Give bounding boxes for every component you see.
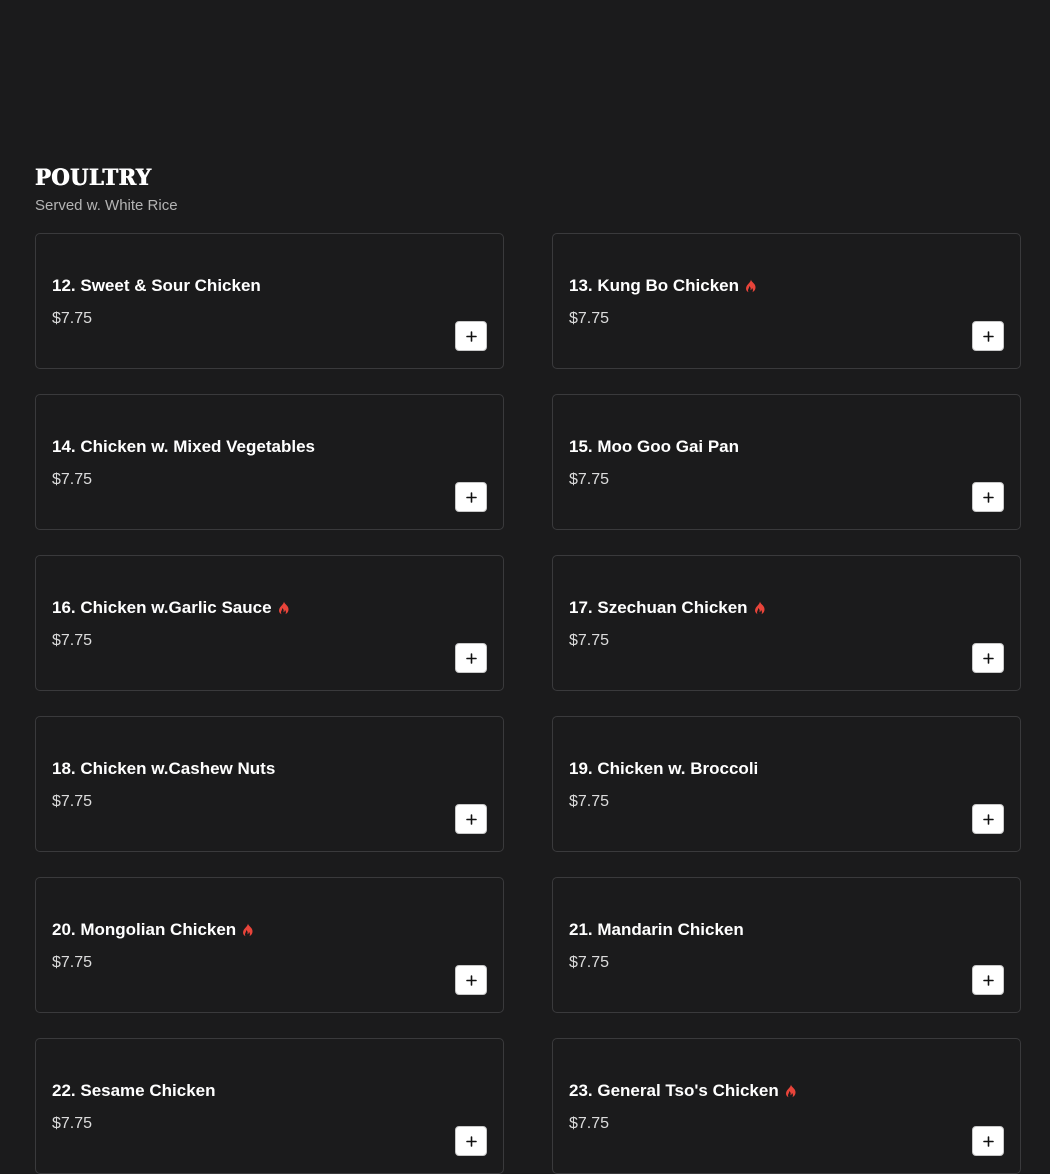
menu-item-name: 19. Chicken w. Broccoli — [569, 759, 759, 778]
menu-item-price: $7.75 — [569, 632, 610, 649]
menu-item-price: $7.75 — [569, 1115, 610, 1132]
plus-icon — [465, 974, 477, 986]
add-item-button[interactable] — [455, 482, 487, 512]
add-item-button[interactable] — [972, 321, 1004, 351]
menu-item-card[interactable]: 15. Moo Goo Gai Pan $7.75 — [552, 394, 1021, 530]
flame-icon — [746, 279, 756, 293]
menu-item-card[interactable]: 17. Szechuan Chicken $7.75 — [552, 555, 1021, 691]
plus-icon — [982, 974, 994, 986]
plus-icon — [982, 330, 994, 342]
menu-item-name: 20. Mongolian Chicken — [52, 920, 237, 939]
menu-item-title: 12. Sweet & Sour Chicken — [52, 274, 261, 298]
menu-item-title: 20. Mongolian Chicken — [52, 918, 254, 942]
add-item-button[interactable] — [455, 965, 487, 995]
plus-icon — [465, 1135, 477, 1147]
plus-icon — [465, 491, 477, 503]
menu-item-title: 22. Sesame Chicken — [52, 1079, 215, 1103]
menu-item-name: 16. Chicken w.Garlic Sauce — [52, 598, 272, 617]
menu-item-name: 14. Chicken w. Mixed Vegetables — [52, 437, 315, 456]
flame-icon — [278, 601, 289, 615]
menu-item-title: 13. Kung Bo Chicken — [569, 274, 757, 298]
menu-items-grid: 12. Sweet & Sour Chicken $7.75 13. Kung … — [35, 233, 1021, 1174]
menu-item-card[interactable]: 21. Mandarin Chicken $7.75 — [552, 877, 1021, 1013]
menu-item-name: 22. Sesame Chicken — [52, 1081, 216, 1100]
menu-item-price: $7.75 — [569, 954, 610, 971]
plus-icon — [465, 652, 477, 664]
menu-item-name: 21. Mandarin Chicken — [569, 920, 744, 939]
add-item-button[interactable] — [972, 482, 1004, 512]
menu-item-card[interactable]: 16. Chicken w.Garlic Sauce $7.75 — [35, 555, 504, 691]
section-header: POULTRY Served w. White Rice — [35, 163, 178, 215]
menu-item-card[interactable]: 20. Mongolian Chicken $7.75 — [35, 877, 504, 1013]
menu-item-price: $7.75 — [52, 632, 93, 649]
menu-item-price: $7.75 — [52, 310, 93, 327]
menu-item-card[interactable]: 13. Kung Bo Chicken $7.75 — [552, 233, 1021, 369]
add-item-button[interactable] — [455, 643, 487, 673]
menu-item-name: 15. Moo Goo Gai Pan — [569, 437, 740, 456]
menu-item-title: 19. Chicken w. Broccoli — [569, 757, 758, 781]
add-item-button[interactable] — [972, 643, 1004, 673]
menu-item-card[interactable]: 14. Chicken w. Mixed Vegetables $7.75 — [35, 394, 504, 530]
menu-item-title: 23. General Tso's Chicken — [569, 1079, 797, 1103]
menu-item-name: 17. Szechuan Chicken — [569, 598, 748, 617]
menu-item-title: 18. Chicken w.Cashew Nuts — [52, 757, 275, 781]
flame-icon — [243, 923, 253, 937]
menu-item-title: 15. Moo Goo Gai Pan — [569, 435, 739, 459]
add-item-button[interactable] — [972, 1126, 1004, 1156]
plus-icon — [982, 1135, 994, 1147]
menu-item-card[interactable]: 18. Chicken w.Cashew Nuts $7.75 — [35, 716, 504, 852]
plus-icon — [982, 813, 994, 825]
menu-item-name: 13. Kung Bo Chicken — [569, 276, 740, 295]
menu-item-name: 23. General Tso's Chicken — [569, 1081, 779, 1100]
menu-item-title: 16. Chicken w.Garlic Sauce — [52, 596, 290, 620]
plus-icon — [465, 330, 477, 342]
section-subtitle: Served w. White Rice — [35, 197, 178, 214]
plus-icon — [982, 491, 994, 503]
menu-item-title: 21. Mandarin Chicken — [569, 918, 744, 942]
menu-item-price: $7.75 — [52, 1115, 93, 1132]
flame-icon — [785, 1084, 796, 1098]
menu-item-title: 17. Szechuan Chicken — [569, 596, 766, 620]
menu-item-card[interactable]: 12. Sweet & Sour Chicken $7.75 — [35, 233, 504, 369]
menu-item-price: $7.75 — [569, 310, 610, 327]
add-item-button[interactable] — [972, 804, 1004, 834]
add-item-button[interactable] — [455, 804, 487, 834]
menu-item-name: 18. Chicken w.Cashew Nuts — [52, 759, 276, 778]
menu-item-card[interactable]: 19. Chicken w. Broccoli $7.75 — [552, 716, 1021, 852]
add-item-button[interactable] — [455, 321, 487, 351]
menu-item-name: 12. Sweet & Sour Chicken — [52, 276, 261, 295]
plus-icon — [465, 813, 477, 825]
plus-icon — [982, 652, 994, 664]
add-item-button[interactable] — [972, 965, 1004, 995]
section-title: POULTRY — [35, 164, 152, 191]
menu-item-price: $7.75 — [52, 793, 93, 810]
add-item-button[interactable] — [455, 1126, 487, 1156]
flame-icon — [754, 601, 765, 615]
menu-item-price: $7.75 — [52, 954, 93, 971]
menu-item-card[interactable]: 23. General Tso's Chicken $7.75 — [552, 1038, 1021, 1174]
menu-item-price: $7.75 — [569, 793, 610, 810]
menu-item-card[interactable]: 22. Sesame Chicken $7.75 — [35, 1038, 504, 1174]
menu-item-title: 14. Chicken w. Mixed Vegetables — [52, 435, 315, 459]
menu-item-price: $7.75 — [52, 471, 93, 488]
menu-item-price: $7.75 — [569, 471, 610, 488]
